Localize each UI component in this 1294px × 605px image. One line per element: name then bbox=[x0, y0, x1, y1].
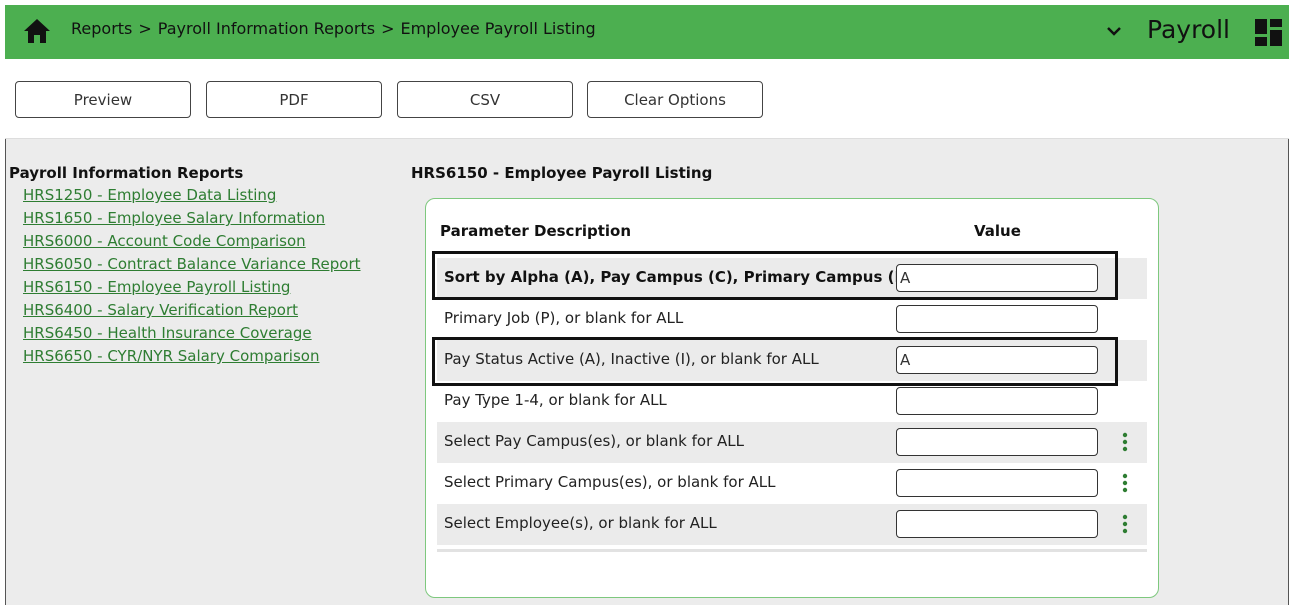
report-link-hrs6450[interactable]: HRS6450 - Health Insurance Coverage bbox=[23, 324, 312, 342]
parameter-row-primary-job: Primary Job (P), or blank for ALL bbox=[437, 299, 1147, 340]
report-link-hrs1650[interactable]: HRS1650 - Employee Salary Information bbox=[23, 209, 325, 227]
panel-divider bbox=[437, 549, 1147, 552]
report-link-list: HRS1250 - Employee Data Listing HRS1650 … bbox=[23, 186, 361, 370]
left-nav-title: Payroll Information Reports bbox=[9, 164, 244, 182]
highlight-box-sort bbox=[432, 251, 1118, 300]
parameter-label: Select Pay Campus(es), or blank for ALL bbox=[444, 432, 744, 450]
list-item: HRS6450 - Health Insurance Coverage bbox=[23, 324, 361, 347]
parameter-label: Select Employee(s), or blank for ALL bbox=[444, 514, 717, 532]
parameter-label: Select Primary Campus(es), or blank for … bbox=[444, 473, 776, 491]
chevron-down-icon[interactable] bbox=[1105, 22, 1123, 40]
report-title: HRS6150 - Employee Payroll Listing bbox=[411, 164, 713, 182]
app-title: Payroll bbox=[1147, 15, 1230, 44]
parameter-row-pay-campus: Select Pay Campus(es), or blank for ALL bbox=[437, 422, 1147, 463]
breadcrumb: Reports > Payroll Information Reports > Empl… bbox=[71, 19, 596, 38]
report-link-hrs1250[interactable]: HRS1250 - Employee Data Listing bbox=[23, 186, 276, 204]
report-link-hrs6000[interactable]: HRS6000 - Account Code Comparison bbox=[23, 232, 306, 250]
home-icon[interactable] bbox=[23, 18, 51, 44]
clear-options-button[interactable]: Clear Options bbox=[587, 81, 763, 118]
column-header-parameter: Parameter Description bbox=[440, 222, 632, 240]
list-item: HRS1250 - Employee Data Listing bbox=[23, 186, 361, 209]
parameter-label: Primary Job (P), or blank for ALL bbox=[444, 309, 684, 327]
primary-job-input[interactable] bbox=[896, 305, 1098, 333]
pdf-button[interactable]: PDF bbox=[206, 81, 382, 118]
dashboard-grid-icon[interactable] bbox=[1255, 19, 1282, 46]
list-item: HRS1650 - Employee Salary Information bbox=[23, 209, 361, 232]
highlight-box-pay-status bbox=[432, 337, 1118, 386]
more-options-icon[interactable] bbox=[1122, 473, 1128, 493]
breadcrumb-separator: > bbox=[381, 19, 395, 38]
breadcrumb-separator: > bbox=[138, 19, 152, 38]
list-item: HRS6050 - Contract Balance Variance Repo… bbox=[23, 255, 361, 278]
breadcrumb-employee-payroll-listing: Employee Payroll Listing bbox=[400, 19, 596, 38]
top-bar: Reports > Payroll Information Reports > Empl… bbox=[5, 5, 1289, 59]
list-item: HRS6000 - Account Code Comparison bbox=[23, 232, 361, 255]
parameter-row-employee: Select Employee(s), or blank for ALL bbox=[437, 504, 1147, 545]
report-link-hrs6050[interactable]: HRS6050 - Contract Balance Variance Repo… bbox=[23, 255, 361, 273]
primary-campus-input[interactable] bbox=[896, 469, 1098, 497]
parameter-row-primary-campus: Select Primary Campus(es), or blank for … bbox=[437, 463, 1147, 504]
report-link-hrs6650[interactable]: HRS6650 - CYR/NYR Salary Comparison bbox=[23, 347, 319, 365]
breadcrumb-payroll-information-reports[interactable]: Payroll Information Reports bbox=[158, 19, 375, 38]
preview-button[interactable]: Preview bbox=[15, 81, 191, 118]
more-options-icon[interactable] bbox=[1122, 432, 1128, 452]
parameter-row-pay-type: Pay Type 1-4, or blank for ALL bbox=[437, 381, 1147, 422]
csv-button[interactable]: CSV bbox=[397, 81, 573, 118]
parameter-label: Pay Type 1-4, or blank for ALL bbox=[444, 391, 667, 409]
pay-campus-input[interactable] bbox=[896, 428, 1098, 456]
toolbar: Preview PDF CSV Clear Options bbox=[5, 59, 1289, 139]
more-options-icon[interactable] bbox=[1122, 514, 1128, 534]
column-header-value: Value bbox=[974, 222, 1021, 240]
list-item: HRS6150 - Employee Payroll Listing bbox=[23, 278, 361, 301]
report-link-hrs6150[interactable]: HRS6150 - Employee Payroll Listing bbox=[23, 278, 290, 296]
list-item: HRS6650 - CYR/NYR Salary Comparison bbox=[23, 347, 361, 370]
pay-type-input[interactable] bbox=[896, 387, 1098, 415]
report-link-hrs6400[interactable]: HRS6400 - Salary Verification Report bbox=[23, 301, 298, 319]
employee-input[interactable] bbox=[896, 510, 1098, 538]
list-item: HRS6400 - Salary Verification Report bbox=[23, 301, 361, 324]
breadcrumb-reports[interactable]: Reports bbox=[71, 19, 132, 38]
